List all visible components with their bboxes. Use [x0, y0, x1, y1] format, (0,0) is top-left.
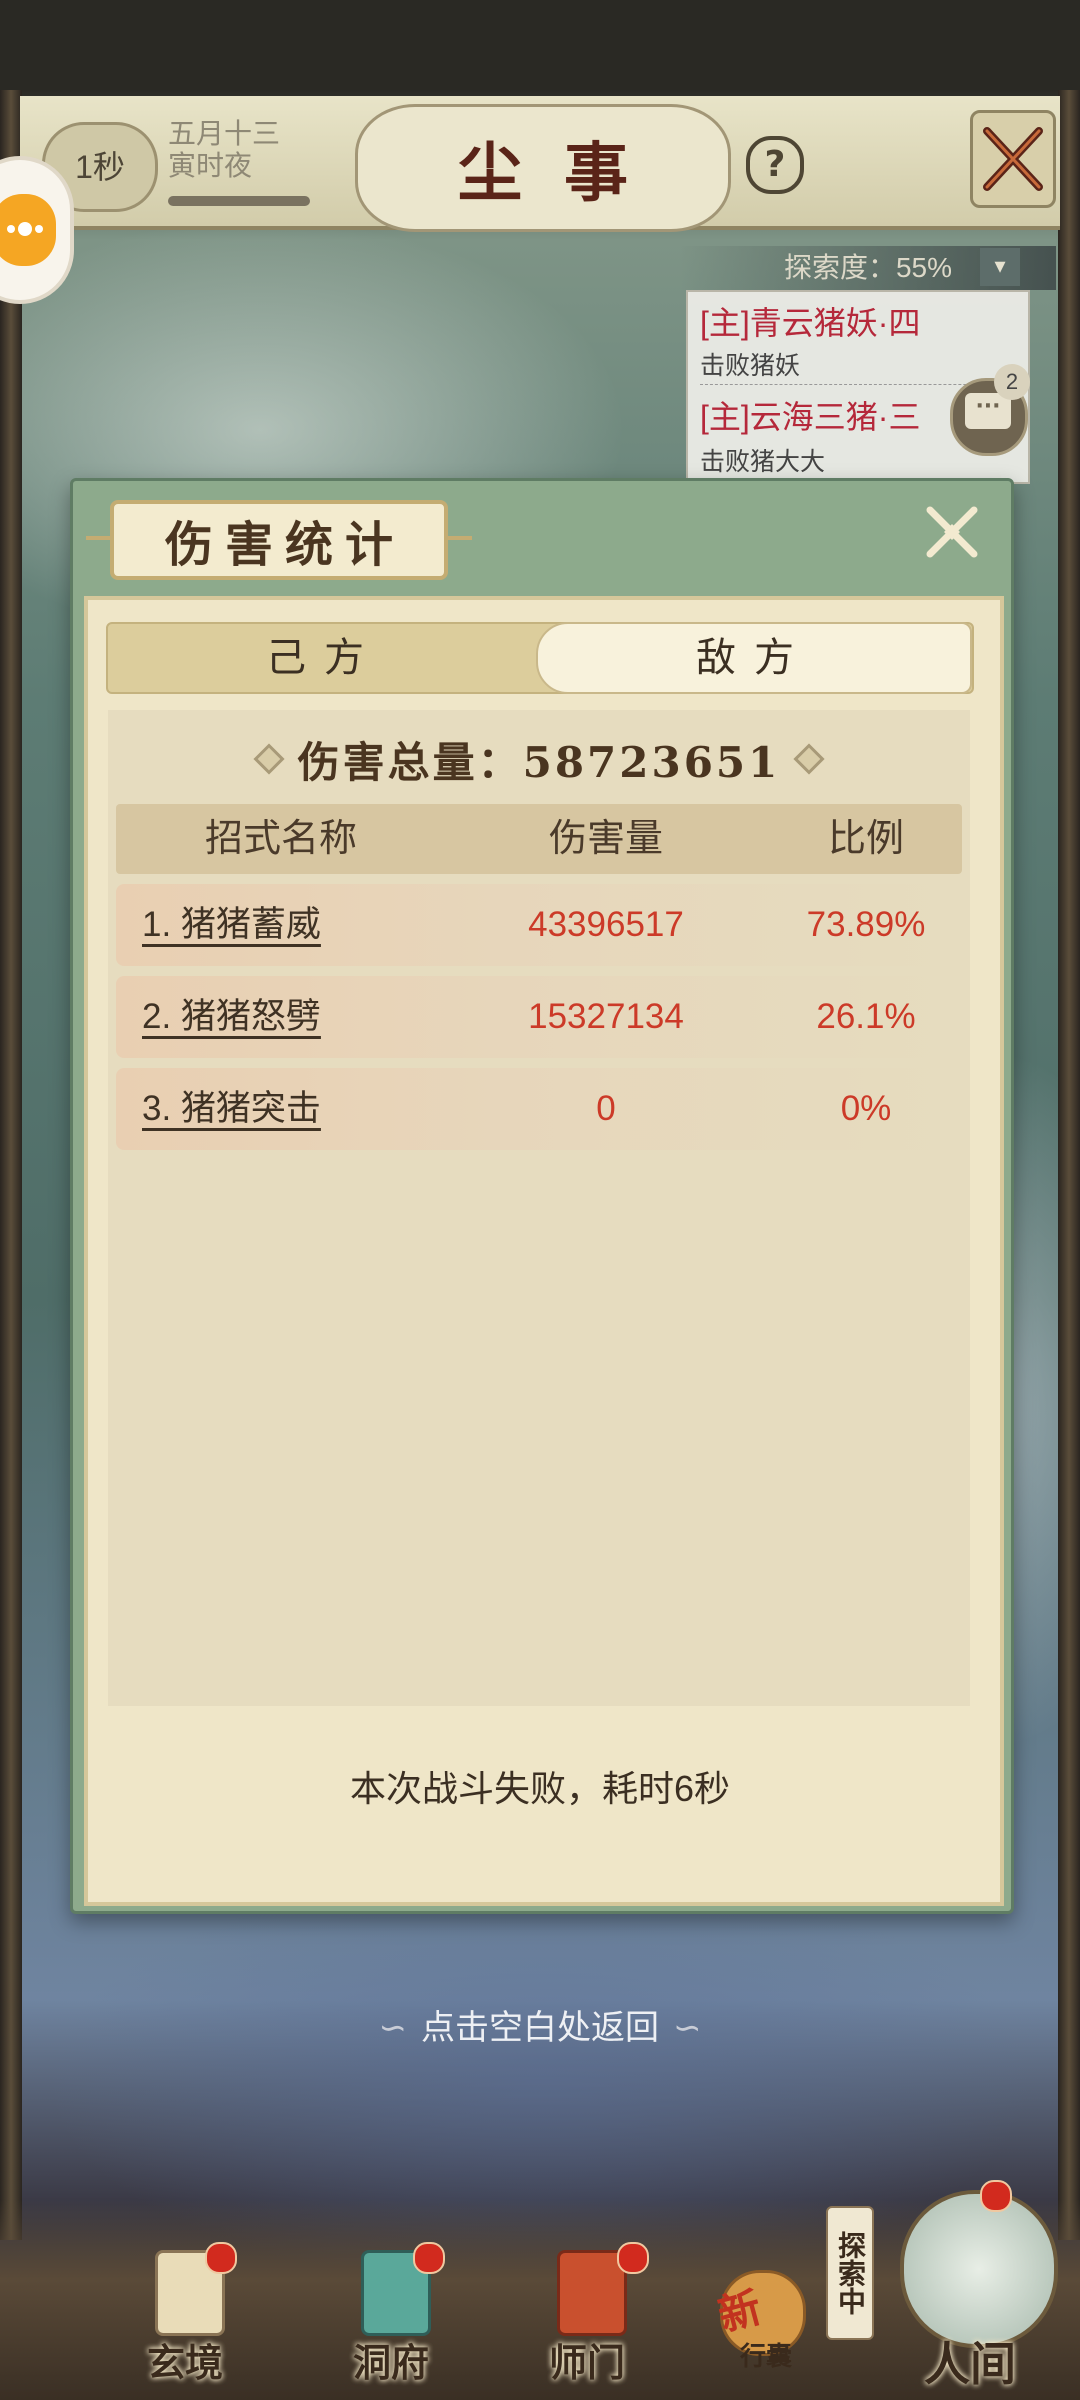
- notification-dot: [413, 2242, 445, 2274]
- chat-count-badge: 2: [994, 364, 1030, 400]
- quest-title[interactable]: [主]云海三猪·三: [700, 392, 920, 438]
- left-frame: [0, 90, 22, 2240]
- ratio-value: 26.1%: [816, 997, 916, 1036]
- nav-label: 师门: [548, 2340, 625, 2385]
- game-date: 五月十三 寅时夜: [168, 118, 280, 182]
- skill-name-link[interactable]: 1. 猪猪蓄威: [142, 884, 321, 966]
- nav-label: 行囊: [740, 2342, 793, 2372]
- date-line2: 寅时夜: [168, 150, 253, 181]
- total-damage: 伤害总量：58723651: [297, 737, 781, 787]
- ratio-value: 0%: [840, 1089, 892, 1128]
- gamepad-icon: [0, 194, 56, 266]
- column-skill-name: 招式名称: [204, 818, 357, 860]
- column-damage: 伤害量: [548, 818, 663, 860]
- side-tabs: 己方 敌方: [106, 622, 974, 694]
- scene-title: 尘事: [458, 136, 670, 211]
- diamond-ornament-icon: [793, 743, 825, 775]
- gamepad-float-button[interactable]: [0, 160, 70, 300]
- tab-enemy-side[interactable]: 敌方: [536, 622, 972, 694]
- close-icon[interactable]: [970, 110, 1056, 208]
- nav-item-xuanjing[interactable]: 玄境: [110, 2240, 260, 2385]
- table-header: 招式名称 伤害量 比例: [116, 804, 962, 874]
- nav-label: 洞府: [352, 2340, 429, 2385]
- damage-value: 43396517: [528, 905, 684, 944]
- dialog-title-plate: 伤害统计: [86, 500, 472, 580]
- total-damage-row: 伤害总量：58723651: [108, 724, 970, 794]
- mountain-icon: [900, 2190, 1058, 2348]
- table-row: 2. 猪猪怒劈 15327134 26.1%: [116, 976, 962, 1058]
- skill-name-link[interactable]: 2. 猪猪怒劈: [142, 976, 321, 1058]
- cloud-ornament-icon: ∽: [673, 2009, 702, 2047]
- nav-item-xingnang[interactable]: 新 行囊: [700, 2250, 820, 2380]
- dialog-close-icon[interactable]: [920, 500, 984, 564]
- battle-result: 本次战斗失败，耗时6秒: [349, 1768, 731, 1809]
- time-progress-bar: [168, 196, 310, 206]
- tap-to-return[interactable]: ∽ 点击空白处返回 ∽: [0, 2000, 1080, 2049]
- scene-title-plate: 尘事: [355, 104, 731, 232]
- nav-label-main: 人间: [924, 2337, 1016, 2391]
- nav-label: 玄境: [146, 2340, 223, 2385]
- tap-return-label: 点击空白处返回: [421, 2009, 659, 2047]
- damage-value: 15327134: [528, 997, 684, 1036]
- ratio-value: 73.89%: [806, 905, 926, 944]
- right-frame: [1058, 90, 1080, 2240]
- notification-dot: [980, 2180, 1012, 2212]
- dialog-title: 伤害统计: [164, 517, 405, 573]
- nav-item-renjian[interactable]: 人间: [860, 2180, 1080, 2400]
- diamond-ornament-icon: [253, 743, 285, 775]
- table-row: 1. 猪猪蓄威 43396517 73.89%: [116, 884, 962, 966]
- notification-dot: [205, 2242, 237, 2274]
- column-ratio: 比例: [827, 818, 904, 860]
- quest-desc: 击败猪妖: [700, 352, 801, 380]
- quest-desc: 击败猪大大: [700, 448, 826, 476]
- skill-name-link[interactable]: 3. 猪猪突击: [142, 1068, 321, 1150]
- cloud-ornament-icon: ∽: [378, 2009, 408, 2047]
- question-icon[interactable]: ?: [746, 136, 804, 194]
- quest-title[interactable]: [主]青云猪妖·四: [700, 298, 920, 344]
- notification-dot: [617, 2242, 649, 2274]
- table-row: 3. 猪猪突击 0 0%: [116, 1068, 962, 1150]
- date-line1: 五月十三: [168, 118, 281, 149]
- nav-item-shimen[interactable]: 师门: [512, 2240, 662, 2385]
- nav-item-dongfu[interactable]: 洞府: [316, 2240, 466, 2385]
- tab-own-side[interactable]: 己方: [108, 624, 540, 692]
- damage-value: 0: [596, 1089, 616, 1128]
- chevron-down-icon[interactable]: ▾: [980, 248, 1020, 286]
